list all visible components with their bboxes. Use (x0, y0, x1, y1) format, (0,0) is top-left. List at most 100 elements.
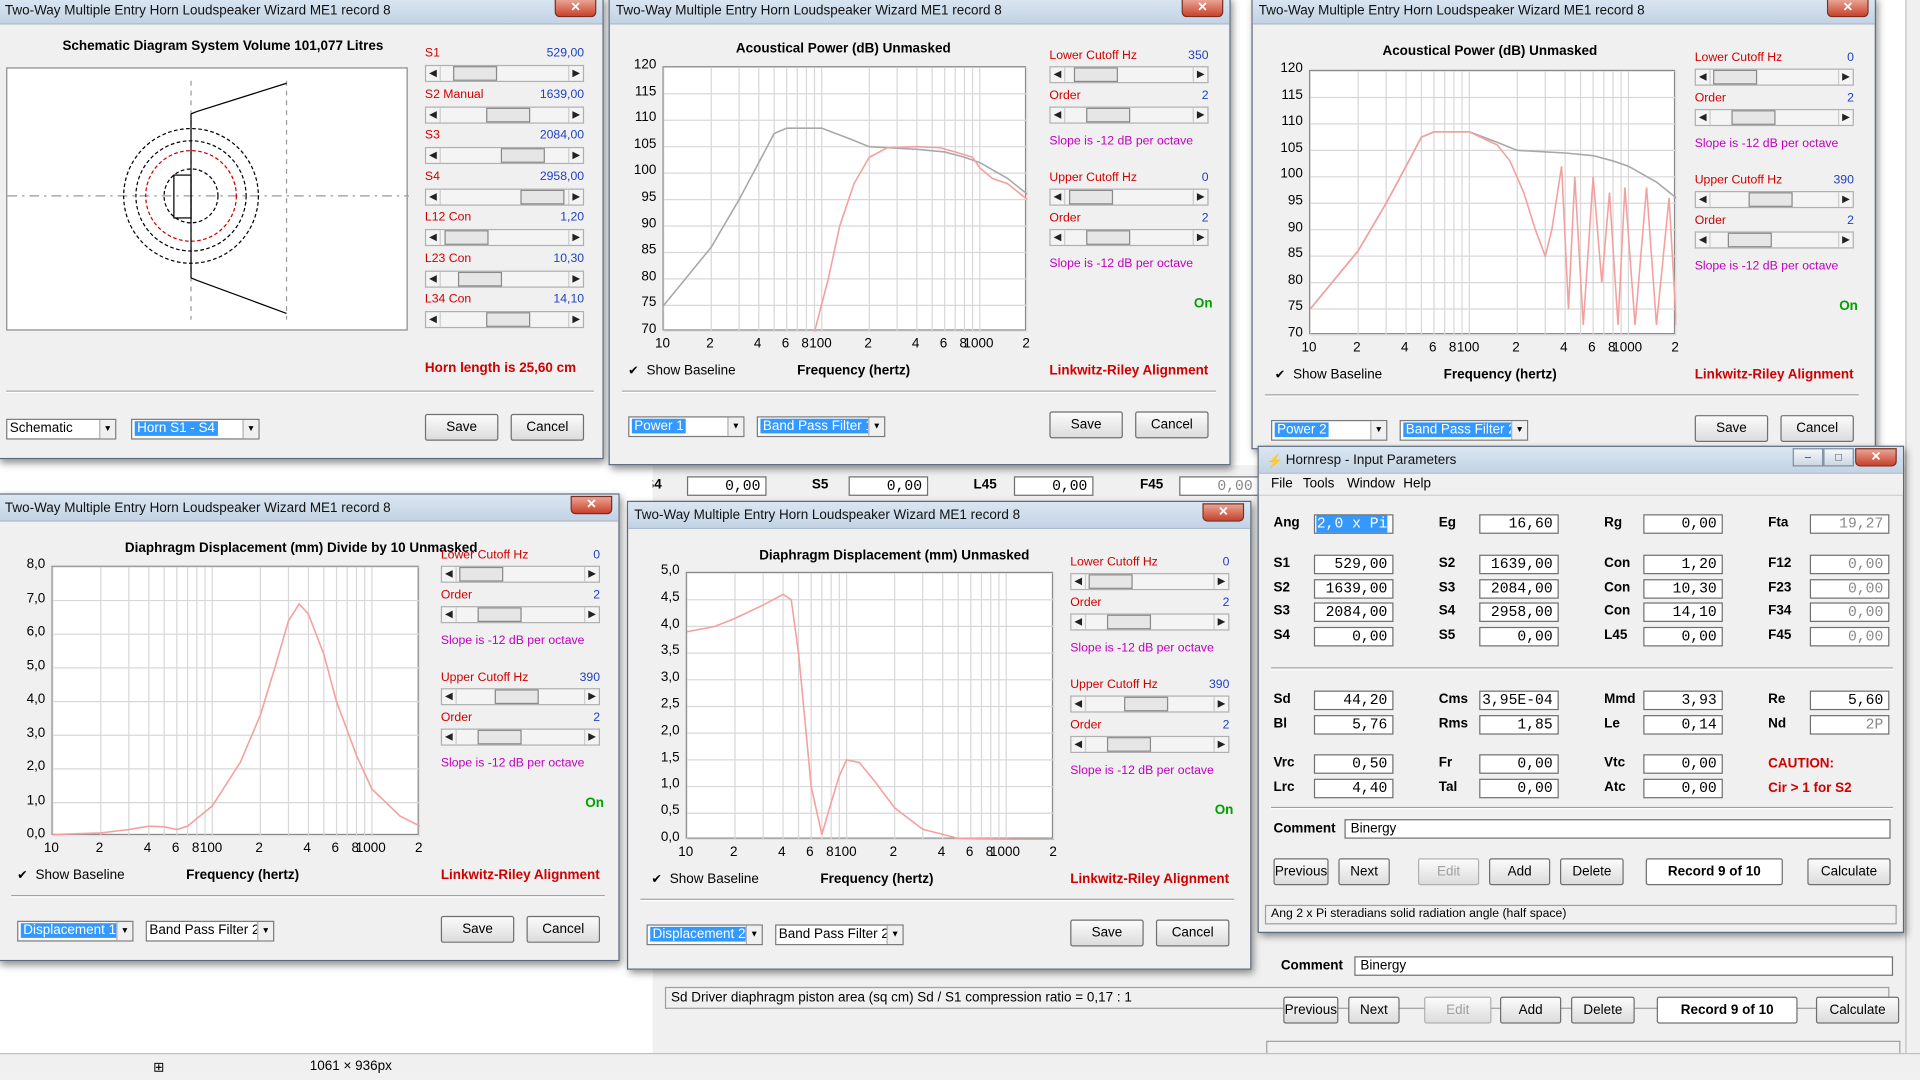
chevron-left-icon[interactable]: ◀ (442, 566, 457, 582)
param-field[interactable]: 0,00 (1809, 578, 1890, 599)
order-2-slider[interactable]: ◀ ▶ (1694, 231, 1854, 249)
chevron-left-icon[interactable]: ◀ (426, 230, 441, 245)
save-button[interactable]: Save (1694, 415, 1769, 443)
slider-thumb[interactable] (1713, 69, 1758, 85)
bg-l45-field[interactable]: 0,00 (1013, 476, 1094, 496)
chevron-right-icon[interactable]: ▶ (1837, 232, 1853, 248)
param-field[interactable]: 0,00 (1643, 778, 1723, 799)
order-1-slider[interactable]: ◀ ▶ (440, 606, 601, 624)
lower-cutoff-slider[interactable]: ◀ ▶ (1070, 573, 1230, 591)
upper-cutoff-slider[interactable]: ◀ ▶ (440, 688, 601, 706)
cancel-button[interactable]: Cancel (526, 915, 601, 943)
parameter-slider[interactable]: ◀ ▶ (424, 64, 585, 83)
previous-button[interactable]: Previous (1273, 858, 1329, 886)
chevron-left-icon[interactable]: ◀ (1051, 189, 1066, 205)
show-baseline-checkbox[interactable]: ✔ (1275, 369, 1287, 382)
minimize-button[interactable]: – (1792, 448, 1824, 467)
slider-thumb[interactable] (1731, 110, 1776, 125)
show-baseline-checkbox[interactable]: ✔ (628, 365, 640, 378)
param-field[interactable]: 0,00 (1643, 514, 1723, 534)
param-field[interactable]: 19,27 (1809, 514, 1890, 534)
param-field[interactable]: 4,40 (1313, 778, 1394, 799)
slider-thumb[interactable] (453, 66, 498, 81)
parameter-slider[interactable]: ◀ ▶ (424, 228, 585, 247)
param-field[interactable]: 5,60 (1809, 690, 1890, 711)
param-field[interactable]: 1,85 (1479, 715, 1559, 735)
chevron-right-icon[interactable]: ▶ (1213, 574, 1228, 589)
param-field[interactable]: 1639,00 (1479, 554, 1559, 575)
chevron-left-icon[interactable]: ◀ (1051, 230, 1066, 245)
upper-cutoff-slider[interactable]: ◀ ▶ (1049, 188, 1209, 206)
lower-cutoff-slider[interactable]: ◀ ▶ (440, 565, 601, 583)
chevron-right-icon[interactable]: ▶ (1192, 230, 1208, 245)
chevron-right-icon[interactable]: ▶ (1192, 107, 1208, 123)
horn-select[interactable]: Horn S1 - S4 ▼ (131, 418, 260, 440)
save-button[interactable]: Save (1049, 411, 1123, 439)
chevron-right-icon[interactable]: ▶ (584, 607, 599, 622)
param-field[interactable]: 0,00 (1809, 602, 1890, 622)
save-button[interactable]: Save (1070, 919, 1144, 947)
chevron-right-icon[interactable]: ▶ (584, 566, 599, 582)
bg-comment-field[interactable]: Binergy (1354, 956, 1894, 976)
param-field[interactable]: 0,00 (1313, 626, 1394, 646)
filter-select[interactable]: Band Pass Filter 2 ▼ (1399, 419, 1529, 441)
param-field[interactable]: 0,00 (1479, 754, 1559, 774)
chevron-left-icon[interactable]: ◀ (1071, 696, 1087, 712)
bg-previous-button[interactable]: Previous (1283, 996, 1339, 1024)
chevron-left-icon[interactable]: ◀ (442, 689, 457, 705)
edit-button[interactable]: Edit (1417, 858, 1480, 886)
param-field[interactable]: 0,00 (1809, 626, 1890, 646)
chevron-left-icon[interactable]: ◀ (1696, 232, 1711, 248)
menu-window[interactable]: Window (1347, 476, 1395, 491)
order-1-slider[interactable]: ◀ ▶ (1070, 613, 1230, 631)
chevron-right-icon[interactable]: ▶ (568, 271, 583, 286)
slider-thumb[interactable] (519, 189, 564, 204)
menu-help[interactable]: Help (1403, 476, 1431, 491)
chevron-right-icon[interactable]: ▶ (1213, 737, 1228, 752)
param-field[interactable]: 1,20 (1643, 554, 1723, 575)
chevron-left-icon[interactable]: ◀ (1051, 67, 1066, 83)
slider-thumb[interactable] (1106, 737, 1152, 752)
order-1-slider[interactable]: ◀ ▶ (1694, 108, 1854, 127)
chevron-left-icon[interactable]: ◀ (426, 312, 441, 327)
chevron-right-icon[interactable]: ▶ (568, 148, 583, 163)
bg-delete-button[interactable]: Delete (1571, 996, 1635, 1024)
parameter-slider[interactable]: ◀ ▶ (424, 187, 585, 206)
chevron-right-icon[interactable]: ▶ (1213, 614, 1228, 630)
bg-f45-field[interactable]: 0,00 (1179, 476, 1259, 496)
bg-s4-field[interactable]: 0,00 (686, 476, 767, 496)
slider-thumb[interactable] (1748, 192, 1793, 207)
cancel-button[interactable]: Cancel (1135, 411, 1209, 439)
chevron-left-icon[interactable]: ◀ (442, 729, 457, 745)
chart-select[interactable]: Power 2 ▼ (1271, 419, 1388, 441)
chevron-right-icon[interactable]: ▶ (568, 66, 583, 81)
slider-thumb[interactable] (477, 729, 522, 745)
upper-cutoff-slider[interactable]: ◀ ▶ (1070, 695, 1230, 713)
close-button[interactable]: ✕ (570, 495, 613, 515)
menu-tools[interactable]: Tools (1303, 476, 1334, 491)
next-button[interactable]: Next (1338, 858, 1390, 886)
view-select[interactable]: Schematic ▼ (6, 418, 117, 440)
chevron-right-icon[interactable]: ▶ (1837, 69, 1853, 85)
slider-thumb[interactable] (486, 312, 531, 327)
chevron-right-icon[interactable]: ▶ (1213, 696, 1228, 712)
slider-thumb[interactable] (1086, 230, 1131, 245)
param-field[interactable]: 2P (1809, 715, 1890, 735)
chart-select[interactable]: Power 1 ▼ (628, 416, 745, 438)
order-1-slider[interactable]: ◀ ▶ (1049, 106, 1209, 124)
chevron-right-icon[interactable]: ▶ (1192, 189, 1208, 205)
lower-cutoff-slider[interactable]: ◀ ▶ (1694, 68, 1854, 86)
chevron-right-icon[interactable]: ▶ (568, 312, 583, 327)
bg-next-button[interactable]: Next (1348, 996, 1400, 1024)
calculate-button[interactable]: Calculate (1807, 858, 1891, 886)
save-button[interactable]: Save (440, 915, 515, 943)
slider-thumb[interactable] (1088, 574, 1133, 589)
param-field[interactable]: 0,00 (1809, 554, 1890, 575)
param-field[interactable]: 16,60 (1479, 514, 1559, 534)
slider-thumb[interactable] (1073, 67, 1118, 83)
cancel-button[interactable]: Cancel (1155, 919, 1230, 947)
close-button[interactable]: ✕ (1855, 448, 1897, 467)
slider-thumb[interactable] (457, 271, 502, 286)
param-field[interactable]: 14,10 (1643, 602, 1723, 622)
slider-thumb[interactable] (444, 230, 490, 245)
